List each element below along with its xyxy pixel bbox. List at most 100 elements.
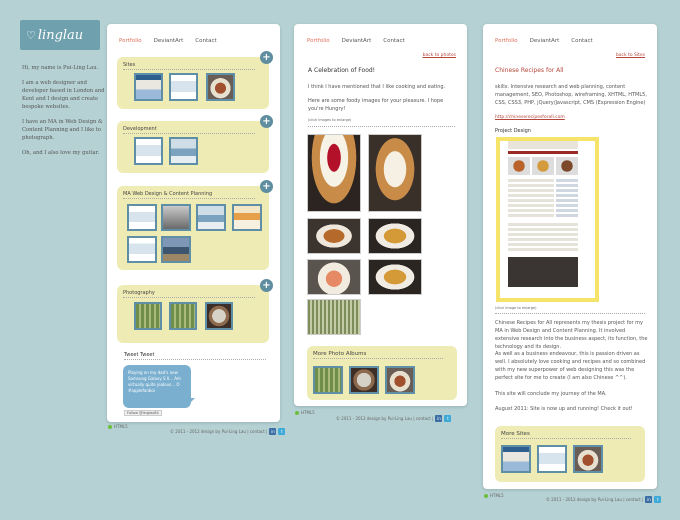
- project-title: Chinese Recipes for All: [495, 67, 564, 74]
- more-albums-section: More Photo Albums: [307, 346, 457, 400]
- twitter-icon[interactable]: t: [444, 415, 452, 422]
- food-photo[interactable]: [307, 134, 361, 212]
- section-title: Sites: [123, 62, 136, 68]
- project-design-label: Project Design: [495, 128, 531, 134]
- site-detail-panel: Portfolio DeviantArt Contact back to Sit…: [483, 24, 657, 489]
- tweet-text: Playing on my dad's new Samsung Galaxy S…: [128, 370, 181, 393]
- thumbnail[interactable]: [313, 366, 343, 394]
- intro-p2: I am a web designer and developer based …: [22, 80, 105, 110]
- project-desc-1: Chinese Recipes for All represents my th…: [495, 320, 648, 350]
- album-title: A Celebration of Food!: [308, 67, 376, 74]
- thumbnail[interactable]: [169, 73, 198, 101]
- back-link[interactable]: back to Sites: [616, 53, 645, 58]
- project-desc-2: As well as a business endeavour, this is…: [495, 351, 646, 381]
- html5-icon: [484, 493, 488, 498]
- nav-portfolio[interactable]: Portfolio: [307, 38, 330, 44]
- section-ma: MA Web Design & Content Planning +: [117, 180, 273, 270]
- divider: [123, 297, 255, 298]
- twitter-follow-button[interactable]: Follow @linglau84: [124, 410, 162, 416]
- thumbnail[interactable]: [161, 236, 191, 263]
- thumbnail[interactable]: [537, 445, 567, 473]
- thumbnail[interactable]: [134, 137, 163, 165]
- divider: [124, 359, 266, 360]
- enlarge-hint: (click image to enlarge): [495, 306, 537, 310]
- nav-bar: Portfolio DeviantArt Contact: [119, 38, 217, 44]
- nav-deviantart[interactable]: DeviantArt: [154, 38, 184, 44]
- html5-label: HTML5: [301, 410, 315, 415]
- thumbnail[interactable]: [161, 204, 191, 231]
- album-desc-2: Here are some foody images for your plea…: [308, 98, 444, 112]
- thumbnail[interactable]: [134, 73, 163, 101]
- expand-plus-icon[interactable]: +: [260, 279, 273, 292]
- food-photo[interactable]: [307, 218, 361, 254]
- portfolio-panel: Portfolio DeviantArt Contact Sites + Dev…: [107, 24, 280, 422]
- project-screenshot[interactable]: [496, 137, 599, 302]
- nav-deviantart[interactable]: DeviantArt: [342, 38, 372, 44]
- thumbnail[interactable]: [196, 204, 226, 231]
- thumbnail[interactable]: [205, 302, 233, 330]
- divider: [313, 358, 443, 359]
- food-photo[interactable]: [368, 134, 422, 212]
- html5-label: HTML5: [114, 424, 128, 429]
- heart-icon: ♡: [26, 28, 36, 42]
- section-development: Development +: [117, 115, 273, 173]
- back-link[interactable]: back to photos: [423, 53, 456, 58]
- food-photo[interactable]: [368, 259, 422, 295]
- twitter-icon[interactable]: t: [654, 496, 662, 503]
- thumbnail[interactable]: [385, 366, 415, 394]
- linkedin-icon[interactable]: in: [645, 496, 653, 503]
- intro-text: Hi, my name is Pui-Ling Lau. I am a web …: [22, 64, 106, 164]
- divider: [123, 69, 255, 70]
- expand-plus-icon[interactable]: +: [260, 115, 273, 128]
- intro-p3: I have an MA in Web Design & Content Pla…: [22, 119, 103, 141]
- html5-badge[interactable]: HTML5: [484, 493, 504, 498]
- nav-contact[interactable]: Contact: [383, 38, 404, 44]
- food-photo[interactable]: [368, 218, 422, 254]
- enlarge-hint: (click images to enlarge): [308, 118, 352, 122]
- thumbnail[interactable]: [232, 204, 262, 231]
- section-title: More Sites: [501, 431, 530, 437]
- footer: © 2011 - 2012 design by Pui-Ling Lau | c…: [170, 428, 286, 435]
- food-photo[interactable]: [307, 259, 361, 295]
- footer: © 2011 - 2012 design by Pui-Ling Lau | c…: [546, 496, 662, 503]
- intro-p1: Hi, my name is Pui-Ling Lau.: [22, 65, 99, 71]
- section-photography: Photography +: [117, 279, 273, 343]
- copyright: © 2011 - 2012 design by Pui-Ling Lau | c…: [170, 429, 268, 434]
- footer: © 2011 - 2012 design by Pui-Ling Lau | c…: [336, 415, 452, 422]
- divider: [495, 313, 645, 314]
- expand-plus-icon[interactable]: +: [260, 180, 273, 193]
- food-photo[interactable]: [307, 299, 361, 335]
- copyright: © 2011 - 2012 design by Pui-Ling Lau | c…: [336, 416, 434, 421]
- nav-contact[interactable]: Contact: [571, 38, 592, 44]
- nav-deviantart[interactable]: DeviantArt: [530, 38, 560, 44]
- tweet-title: Tweet Tweet: [124, 352, 155, 358]
- section-title: MA Web Design & Content Planning: [123, 191, 213, 197]
- nav-bar: Portfolio DeviantArt Contact: [495, 38, 593, 44]
- thumbnail[interactable]: [134, 302, 162, 330]
- copyright: © 2011 - 2012 design by Pui-Ling Lau | c…: [546, 497, 644, 502]
- thumbnail[interactable]: [501, 445, 531, 473]
- tweet-bubble[interactable]: Playing on my dad's new Samsung Galaxy S…: [123, 365, 191, 408]
- html5-badge[interactable]: HTML5: [295, 410, 315, 415]
- nav-portfolio[interactable]: Portfolio: [495, 38, 518, 44]
- divider: [501, 438, 631, 439]
- thumbnail[interactable]: [206, 73, 235, 101]
- thumbnail[interactable]: [127, 204, 157, 231]
- nav-contact[interactable]: Contact: [195, 38, 216, 44]
- html5-badge[interactable]: HTML5: [108, 424, 128, 429]
- thumbnail[interactable]: [169, 302, 197, 330]
- project-url-link[interactable]: http://chineserecipesforall.com: [495, 115, 565, 120]
- thumbnail[interactable]: [349, 366, 379, 394]
- twitter-icon[interactable]: t: [278, 428, 286, 435]
- nav-portfolio[interactable]: Portfolio: [119, 38, 142, 44]
- divider: [123, 133, 255, 134]
- linkedin-icon[interactable]: in: [269, 428, 277, 435]
- divider: [308, 126, 455, 127]
- thumbnail[interactable]: [127, 236, 157, 263]
- thumbnail[interactable]: [169, 137, 198, 165]
- expand-plus-icon[interactable]: +: [260, 51, 273, 64]
- thumbnail[interactable]: [573, 445, 603, 473]
- section-title: Development: [123, 126, 157, 132]
- linkedin-icon[interactable]: in: [435, 415, 443, 422]
- site-logo[interactable]: ♡ linglau: [20, 20, 100, 50]
